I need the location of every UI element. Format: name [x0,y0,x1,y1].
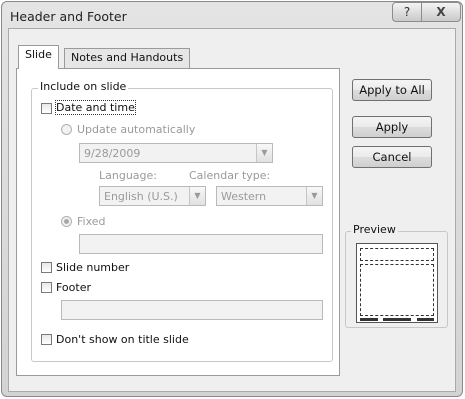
chevron-down-icon[interactable]: ▼ [189,187,205,205]
apply-to-all-button[interactable]: Apply to All [352,79,432,101]
tab-notes-and-handouts[interactable]: Notes and Handouts [64,48,191,68]
fixed-label: Fixed [77,215,106,228]
slide-number-checkbox[interactable] [41,262,52,273]
preview-footer-placeholder [383,318,411,321]
dialog-title: Header and Footer [10,9,127,24]
update-automatically-radio[interactable] [61,124,72,135]
date-format-select[interactable]: 9/28/2009 [79,143,273,163]
include-on-slide-legend: Include on slide [38,80,129,93]
dont-show-title-checkbox[interactable] [41,334,52,345]
apply-button[interactable]: Apply [352,116,432,138]
chevron-down-icon[interactable]: ▼ [306,187,322,205]
chevron-down-icon[interactable]: ▼ [256,144,272,162]
preview-title-placeholder [360,248,434,261]
fixed-radio[interactable] [61,216,72,227]
update-automatically-label: Update automatically [77,123,196,136]
fixed-date-input[interactable] [79,234,323,254]
preview-slide-number-placeholder [417,318,434,321]
calendar-type-label: Calendar type: [189,169,271,182]
close-icon[interactable]: X [421,2,461,22]
preview-date-placeholder [360,318,378,321]
dont-show-title-label[interactable]: Don't show on title slide [56,333,189,346]
footer-label[interactable]: Footer [56,281,91,294]
tab-slide[interactable]: Slide [18,45,59,69]
date-time-label[interactable]: Date and time [55,100,136,115]
footer-checkbox[interactable] [41,282,52,293]
slide-number-label[interactable]: Slide number [56,261,129,274]
preview-legend: Preview [351,223,398,236]
preview-slide [356,243,438,323]
help-icon[interactable]: ? [392,2,422,22]
cancel-button[interactable]: Cancel [352,146,432,168]
date-time-checkbox[interactable] [41,103,52,114]
language-label: Language: [99,169,157,182]
preview-body-placeholder [360,264,434,316]
footer-text-input[interactable] [61,300,323,320]
